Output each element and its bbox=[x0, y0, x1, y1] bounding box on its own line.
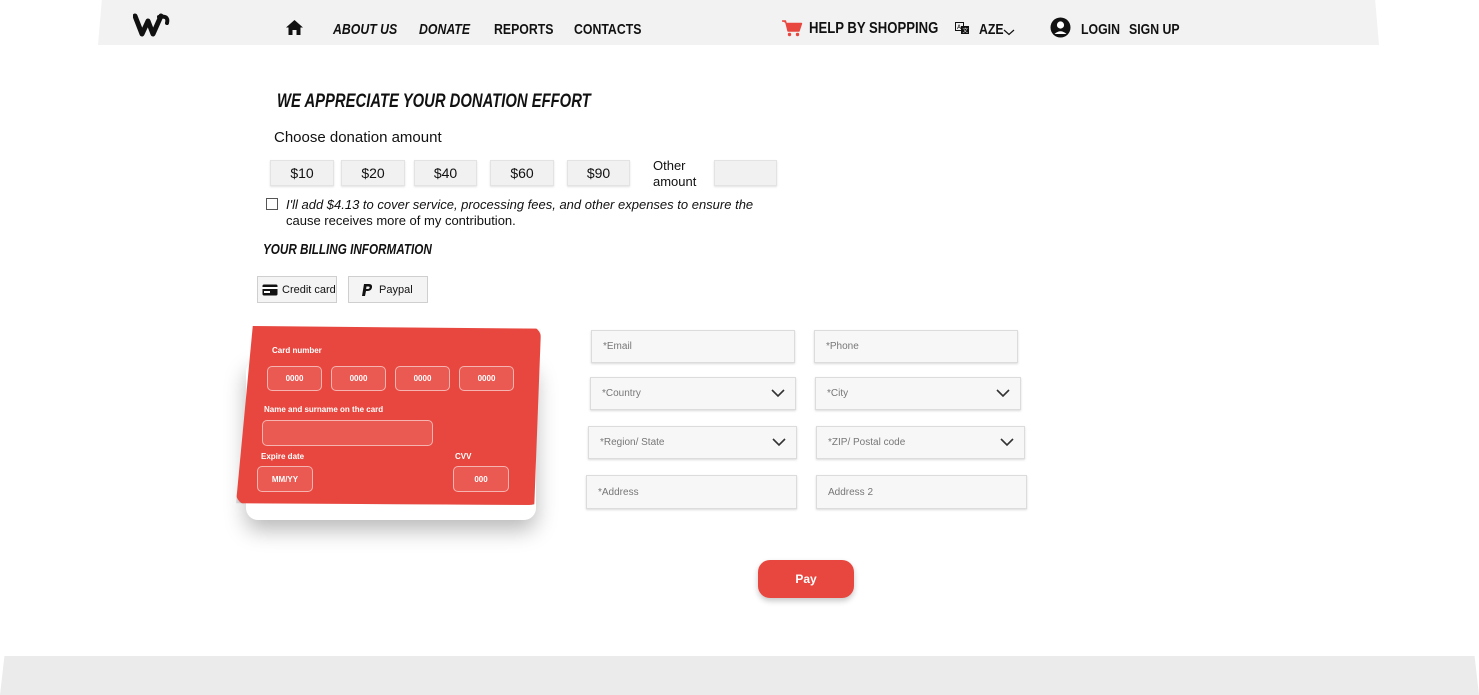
cvv-input[interactable]: 000 bbox=[453, 466, 509, 492]
chevron-down-icon bbox=[772, 438, 786, 447]
signup-link[interactable]: SIGN UP bbox=[1129, 21, 1180, 38]
home-icon[interactable] bbox=[285, 19, 304, 36]
nav-donate[interactable]: DONATE bbox=[419, 21, 470, 38]
region-select[interactable]: *Region/ State bbox=[588, 426, 797, 459]
choose-amount-label: Choose donation amount bbox=[274, 129, 442, 146]
zip-select[interactable]: *ZIP/ Postal code bbox=[816, 426, 1025, 459]
phone-field[interactable]: *Phone bbox=[814, 330, 1018, 363]
login-link[interactable]: LOGIN bbox=[1081, 21, 1120, 38]
cardholder-name-label: Name and surname on the card bbox=[264, 405, 384, 414]
chevron-down-icon bbox=[996, 389, 1010, 398]
other-amount-label-line2: amount bbox=[653, 174, 697, 189]
credit-card-tab[interactable]: Credit card bbox=[257, 276, 337, 303]
chevron-down-icon bbox=[771, 389, 785, 398]
zip-placeholder: *ZIP/ Postal code bbox=[828, 437, 906, 448]
card-number-input-3[interactable]: 0000 bbox=[395, 366, 450, 391]
email-field[interactable]: *Email bbox=[591, 330, 795, 363]
svg-text:文: 文 bbox=[963, 27, 969, 35]
paypal-icon bbox=[362, 283, 373, 296]
paypal-tab[interactable]: Paypal bbox=[348, 276, 428, 303]
language-selector[interactable]: AZE bbox=[979, 21, 1004, 38]
card-number-input-1[interactable]: 0000 bbox=[267, 366, 322, 391]
email-placeholder: *Email bbox=[603, 341, 632, 352]
credit-card-icon bbox=[262, 284, 278, 295]
donation-title: WE APPRECIATE YOUR DONATION EFFORT bbox=[277, 91, 591, 112]
region-placeholder: *Region/ State bbox=[600, 437, 665, 448]
card-number-label: Card number bbox=[272, 346, 322, 355]
other-amount-label: Other amount bbox=[653, 158, 696, 190]
nav-contacts[interactable]: CONTACTS bbox=[574, 21, 641, 38]
country-select[interactable]: *Country bbox=[590, 377, 796, 410]
address2-placeholder: Address 2 bbox=[828, 486, 874, 498]
amount-button-20[interactable]: $20 bbox=[341, 160, 405, 186]
other-amount-label-line1: Other bbox=[653, 158, 686, 173]
amount-button-90[interactable]: $90 bbox=[567, 160, 630, 186]
nav-about-us[interactable]: ABOUT US bbox=[333, 21, 397, 38]
paypal-tab-label: Paypal bbox=[379, 283, 413, 296]
pay-button[interactable]: Pay bbox=[758, 560, 854, 598]
chevron-down-icon bbox=[1000, 438, 1014, 447]
country-placeholder: *Country bbox=[602, 388, 641, 399]
amount-button-10[interactable]: $10 bbox=[270, 160, 334, 186]
cvv-label: CVV bbox=[455, 452, 472, 461]
footer bbox=[0, 656, 1479, 695]
phone-placeholder: *Phone bbox=[826, 341, 859, 352]
city-placeholder: *City bbox=[827, 388, 849, 399]
amount-button-60[interactable]: $60 bbox=[490, 160, 554, 186]
other-amount-input[interactable] bbox=[714, 160, 777, 186]
credit-card-tab-label: Credit card bbox=[282, 283, 336, 296]
cover-fees-checkbox[interactable] bbox=[266, 198, 278, 210]
cover-fees-text-line2: cause receives more of my contribution. bbox=[286, 213, 516, 228]
logo-icon[interactable] bbox=[133, 13, 171, 37]
address-placeholder: *Address bbox=[598, 486, 639, 498]
card-number-input-4[interactable]: 0000 bbox=[459, 366, 514, 391]
expire-date-label: Expire date bbox=[261, 452, 305, 461]
chevron-down-icon[interactable] bbox=[1003, 29, 1015, 36]
address2-field[interactable]: Address 2 bbox=[816, 475, 1027, 509]
card-number-input-2[interactable]: 0000 bbox=[331, 366, 386, 391]
cover-fees-text: I'll add $4.13 to cover service, process… bbox=[286, 197, 753, 229]
nav-reports[interactable]: REPORTS bbox=[494, 21, 553, 38]
amount-button-40[interactable]: $40 bbox=[414, 160, 477, 186]
cover-fees-text-line1: I'll add $4.13 to cover service, process… bbox=[286, 197, 754, 212]
nav-help-by-shopping[interactable]: HELP BY SHOPPING bbox=[809, 20, 938, 38]
city-select[interactable]: *City bbox=[815, 377, 1021, 410]
user-account-icon[interactable] bbox=[1050, 17, 1071, 38]
translate-icon[interactable]: A 文 bbox=[955, 22, 970, 35]
address-field[interactable]: *Address bbox=[586, 475, 797, 509]
billing-title: YOUR BILLING INFORMATION bbox=[263, 241, 432, 258]
shopping-cart-icon[interactable] bbox=[781, 19, 803, 37]
cardholder-name-input[interactable] bbox=[262, 420, 433, 446]
expire-date-input[interactable]: MM/YY bbox=[257, 466, 313, 492]
